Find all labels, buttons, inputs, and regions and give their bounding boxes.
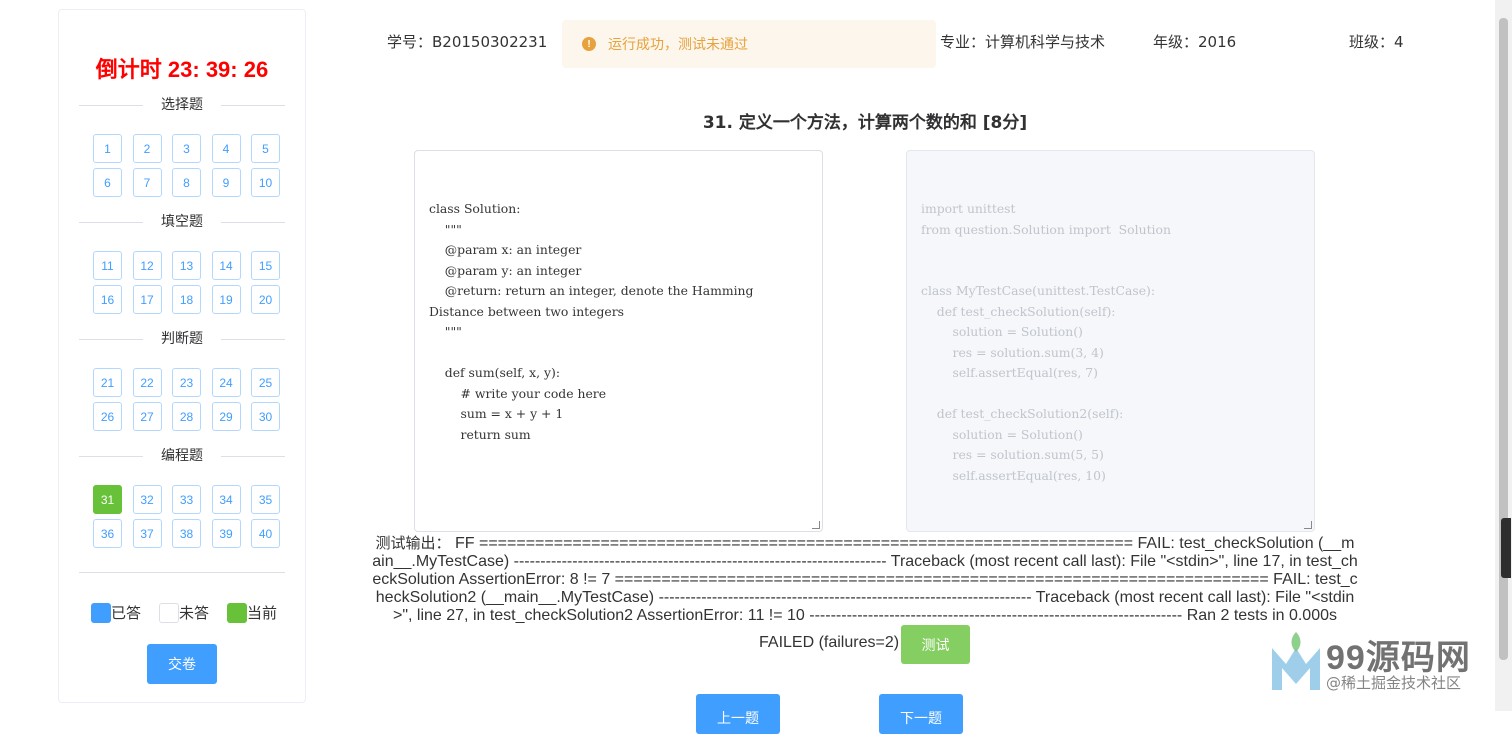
toast-text: 运行成功，测试未通过 bbox=[608, 37, 748, 53]
legend-unanswered-label: 未答 bbox=[179, 604, 210, 622]
question-38-button[interactable]: 38 bbox=[172, 519, 201, 548]
test-code-content: import unittest from question.Solution i… bbox=[921, 201, 1171, 531]
question-title: 31. 定义一个方法，计算两个数的和 [8分] bbox=[702, 113, 1028, 133]
code-editor-content: class Solution: """ @param x: an integer… bbox=[429, 201, 754, 442]
question-grid-choice: 1 2 3 4 5 6 7 8 9 10 bbox=[93, 134, 281, 197]
section-title: 编程题 bbox=[143, 446, 221, 466]
question-24-button[interactable]: 24 bbox=[211, 368, 241, 397]
code-editor[interactable]: class Solution: """ @param x: an integer… bbox=[414, 150, 823, 532]
question-8-button[interactable]: 8 bbox=[172, 168, 201, 197]
question-27-button[interactable]: 27 bbox=[132, 402, 162, 431]
legend-current-label: 当前 bbox=[247, 604, 278, 622]
question-26-button[interactable]: 26 bbox=[93, 402, 122, 431]
test-result: FAILED (failures=2) bbox=[759, 634, 900, 651]
question-7-button[interactable]: 7 bbox=[132, 168, 162, 197]
question-22-button[interactable]: 22 bbox=[132, 368, 162, 397]
question-32-button[interactable]: 32 bbox=[132, 485, 162, 514]
watermark: 99源码网 @稀土掘金技术社区 bbox=[1268, 628, 1498, 698]
question-20-button[interactable]: 20 bbox=[251, 285, 280, 314]
unanswered-swatch bbox=[159, 602, 179, 623]
question-34-button[interactable]: 34 bbox=[211, 485, 241, 514]
question-grid-judge: 21 22 23 24 25 26 27 28 29 30 bbox=[93, 368, 281, 431]
logo-m-icon bbox=[1272, 632, 1320, 690]
question-17-button[interactable]: 17 bbox=[132, 285, 162, 314]
section-title: 判断题 bbox=[143, 329, 221, 349]
question-9-button[interactable]: 9 bbox=[211, 168, 241, 197]
question-10-button[interactable]: 10 bbox=[251, 168, 280, 197]
question-33-button[interactable]: 33 bbox=[172, 485, 201, 514]
question-18-button[interactable]: 18 bbox=[172, 285, 201, 314]
question-6-button[interactable]: 6 bbox=[93, 168, 122, 197]
question-3-button[interactable]: 3 bbox=[172, 134, 201, 163]
side-widget[interactable] bbox=[1501, 518, 1511, 578]
question-5-button[interactable]: 5 bbox=[251, 134, 280, 163]
class-number: 班级：4 bbox=[1349, 33, 1404, 51]
question-21-button[interactable]: 21 bbox=[93, 368, 122, 397]
question-2-button[interactable]: 2 bbox=[132, 134, 162, 163]
resize-handle-icon[interactable] bbox=[812, 521, 820, 529]
question-19-button[interactable]: 19 bbox=[211, 285, 241, 314]
question-28-button[interactable]: 28 bbox=[172, 402, 201, 431]
question-16-button[interactable]: 16 bbox=[93, 285, 122, 314]
grade: 年级：2016 bbox=[1153, 33, 1237, 51]
warning-icon: ! bbox=[582, 37, 596, 51]
question-31-button[interactable]: 31 bbox=[93, 485, 122, 514]
next-question-button[interactable]: 下一题 bbox=[879, 694, 963, 734]
question-37-button[interactable]: 37 bbox=[132, 519, 162, 548]
question-29-button[interactable]: 29 bbox=[211, 402, 241, 431]
student-id: 学号：B20150302231 bbox=[387, 33, 548, 51]
question-11-button[interactable]: 11 bbox=[93, 251, 122, 280]
question-35-button[interactable]: 35 bbox=[251, 485, 280, 514]
page-scrollbar[interactable] bbox=[1495, 0, 1512, 711]
countdown-timer: 倒计时 23: 39: 26 bbox=[95, 57, 269, 82]
section-header-judge: 判断题 bbox=[79, 329, 285, 349]
section-header-fill: 填空题 bbox=[79, 212, 285, 232]
test-output-text: FF =====================================… bbox=[372, 535, 1358, 624]
submit-exam-button[interactable]: 交卷 bbox=[147, 644, 217, 684]
watermark-sub: @稀土掘金技术社区 bbox=[1326, 674, 1462, 692]
question-36-button[interactable]: 36 bbox=[93, 519, 122, 548]
question-14-button[interactable]: 14 bbox=[211, 251, 241, 280]
question-15-button[interactable]: 15 bbox=[251, 251, 280, 280]
section-header-programming: 编程题 bbox=[79, 446, 285, 466]
legend-divider bbox=[79, 572, 285, 573]
question-1-button[interactable]: 1 bbox=[93, 134, 122, 163]
question-30-button[interactable]: 30 bbox=[251, 402, 280, 431]
run-test-button[interactable]: 测试 bbox=[901, 625, 970, 664]
question-13-button[interactable]: 13 bbox=[172, 251, 201, 280]
question-grid-fill: 11 12 13 14 15 16 17 18 19 20 bbox=[93, 251, 281, 314]
status-legend: 已答 未答 当前 bbox=[91, 602, 291, 628]
current-swatch bbox=[227, 602, 247, 623]
question-39-button[interactable]: 39 bbox=[211, 519, 241, 548]
answered-swatch bbox=[91, 602, 111, 623]
section-title: 填空题 bbox=[143, 212, 221, 232]
legend-unanswered: 未答 bbox=[159, 602, 209, 623]
question-23-button[interactable]: 23 bbox=[172, 368, 201, 397]
toast-message: ! 运行成功，测试未通过 bbox=[562, 20, 936, 68]
test-output: 测试输出： FF ===============================… bbox=[372, 534, 1358, 625]
question-12-button[interactable]: 12 bbox=[132, 251, 162, 280]
prev-question-button[interactable]: 上一题 bbox=[696, 694, 780, 734]
test-code-viewer: import unittest from question.Solution i… bbox=[906, 150, 1315, 532]
legend-answered: 已答 bbox=[91, 602, 141, 623]
question-4-button[interactable]: 4 bbox=[211, 134, 241, 163]
legend-current: 当前 bbox=[227, 602, 277, 623]
question-grid-programming: 31 32 33 34 35 36 37 38 39 40 bbox=[93, 485, 281, 548]
question-40-button[interactable]: 40 bbox=[251, 519, 280, 548]
legend-answered-label: 已答 bbox=[111, 604, 142, 622]
resize-handle-icon[interactable] bbox=[1304, 521, 1312, 529]
test-output-label: 测试输出： bbox=[375, 534, 451, 552]
question-25-button[interactable]: 25 bbox=[251, 368, 280, 397]
major: 专业：计算机科学与技术 bbox=[940, 33, 1106, 51]
